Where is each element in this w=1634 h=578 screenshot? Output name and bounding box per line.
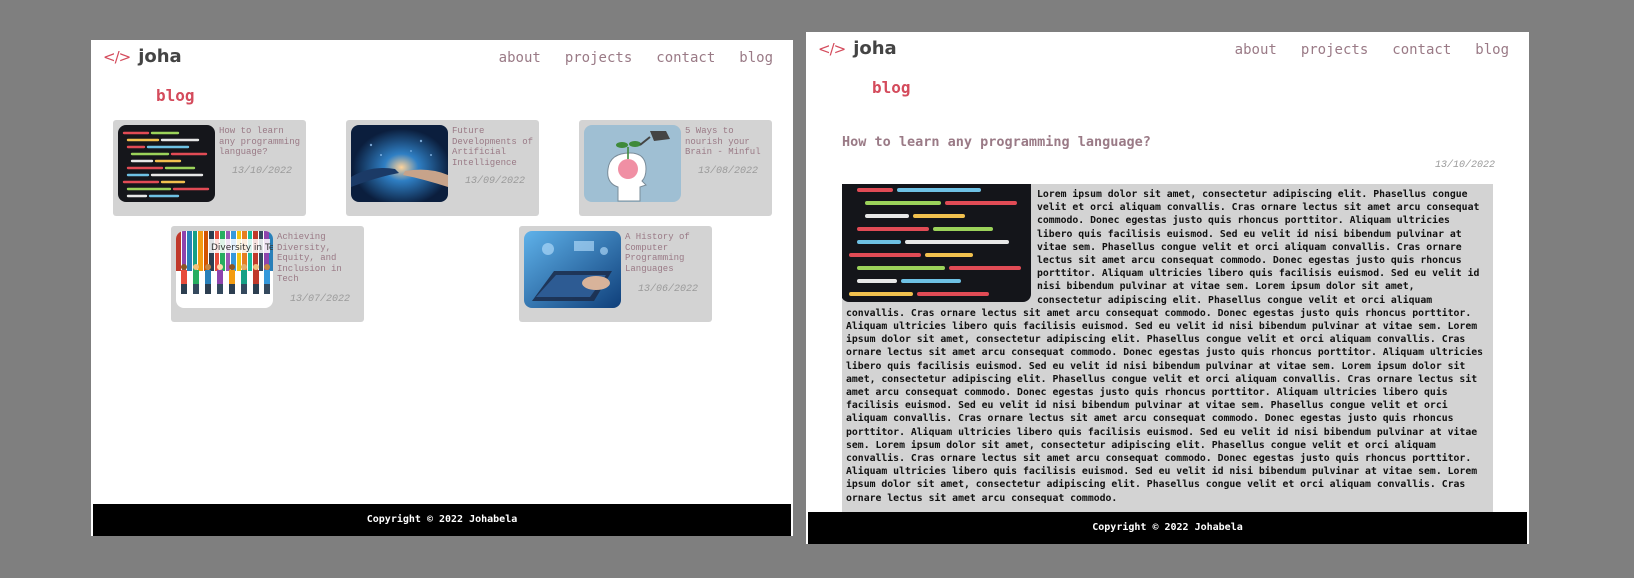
diversity-banner-icon: Diversity in Tech — [176, 231, 273, 308]
logo-name: joha — [853, 38, 897, 59]
laptop-hands-icon — [524, 231, 621, 308]
post-date: 13/10/2022 — [1434, 160, 1495, 171]
code-brackets-icon: </> — [818, 39, 846, 58]
diversity-caption: Diversity in Tech — [211, 243, 273, 253]
card-date: 13/06/2022 — [637, 284, 698, 295]
code-screen-icon — [118, 125, 215, 202]
blog-post-window: </> joha about projects contact blog blo… — [806, 32, 1529, 544]
main-nav: about projects contact blog — [499, 50, 773, 66]
card-date: 13/08/2022 — [697, 166, 758, 177]
nav-projects[interactable]: projects — [1301, 42, 1368, 58]
card-date: 13/09/2022 — [464, 176, 525, 187]
nav-projects[interactable]: projects — [565, 50, 632, 66]
code-screen-icon — [842, 184, 1031, 302]
blog-list-window: </> joha about projects contact blog blo… — [91, 40, 793, 536]
page-title: blog — [156, 86, 195, 105]
post-title: How to learn any programming language? — [842, 134, 1151, 150]
post-body: Lorem ipsum dolor sit amet, consectetur … — [842, 184, 1493, 544]
card-title: Future Developments of Artificial Intell… — [452, 126, 534, 168]
card-title: Achieving Diversity, Equity, and Inclusi… — [277, 232, 342, 285]
card-title: A History of Computer Programming Langua… — [625, 232, 690, 274]
footer: Copyright © 2022 Johabela — [808, 512, 1527, 544]
nav-about[interactable]: about — [1235, 42, 1277, 58]
card-date: 13/07/2022 — [289, 294, 350, 305]
main-nav: about projects contact blog — [1235, 42, 1509, 58]
brain-plant-icon — [584, 125, 681, 202]
blog-card[interactable]: How to learn any programming language? 1… — [113, 120, 306, 216]
blog-card[interactable]: Diversity in Tech Achieving Diversity, E… — [171, 226, 364, 322]
nav-blog[interactable]: blog — [1475, 42, 1509, 58]
footer: Copyright © 2022 Johabela — [93, 504, 791, 536]
nav-contact[interactable]: contact — [656, 50, 715, 66]
logo[interactable]: </> joha — [818, 38, 897, 59]
nav-about[interactable]: about — [499, 50, 541, 66]
blog-card[interactable]: Future Developments of Artificial Intell… — [346, 120, 539, 216]
card-date: 13/10/2022 — [231, 166, 292, 177]
card-title: How to learn any programming language? — [219, 126, 301, 158]
logo[interactable]: </> joha — [103, 46, 182, 67]
code-brackets-icon: </> — [103, 47, 131, 66]
blog-card[interactable]: 5 Ways to nourish your Brain - Minful 13… — [579, 120, 772, 216]
blog-card[interactable]: A History of Computer Programming Langua… — [519, 226, 712, 322]
logo-name: joha — [138, 46, 182, 67]
ai-hand-icon — [351, 125, 448, 202]
nav-contact[interactable]: contact — [1392, 42, 1451, 58]
page-title: blog — [872, 78, 911, 97]
nav-blog[interactable]: blog — [739, 50, 773, 66]
card-title: 5 Ways to nourish your Brain - Minful — [685, 126, 761, 158]
